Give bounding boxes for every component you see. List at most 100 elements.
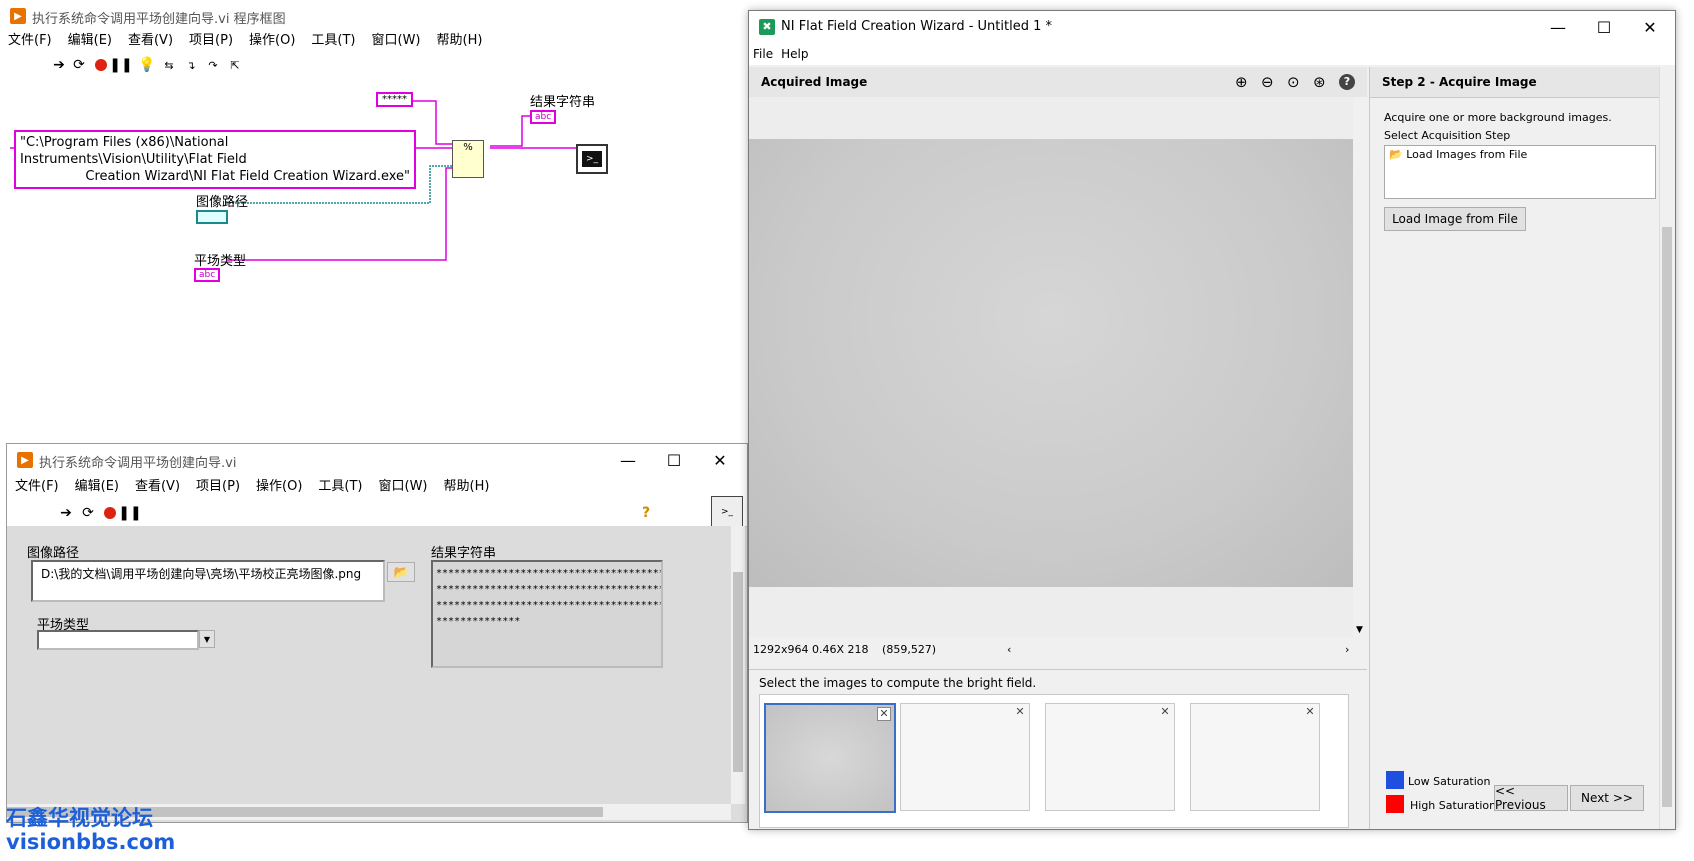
- image-vertical-scrollbar[interactable]: ▼: [1353, 97, 1367, 637]
- menu-project[interactable]: 项目(P): [188, 476, 248, 498]
- folder-open-icon: 📂: [393, 565, 409, 579]
- pause-icon[interactable]: ❚❚: [118, 504, 141, 522]
- image-path-control[interactable]: D:\我的文档\调用平场创建向导\亮场\平场校正亮场图像.png: [31, 560, 385, 602]
- format-symbol: %: [463, 142, 473, 153]
- acquired-image: [749, 139, 1353, 587]
- load-image-button[interactable]: Load Image from File: [1384, 207, 1526, 231]
- system-exec-node[interactable]: >_: [576, 144, 608, 174]
- thumbnail-strip: ✕ ✕ ✕ ✕: [759, 694, 1349, 828]
- wizard-vertical-scrollbar[interactable]: [1659, 67, 1674, 829]
- thumbnail-1[interactable]: ✕: [764, 703, 896, 813]
- menu-edit[interactable]: 编辑(E): [60, 30, 120, 52]
- highlight-execution-icon[interactable]: 💡: [138, 56, 156, 74]
- pixel-coord-status: (859,527): [882, 643, 937, 656]
- flat-type-combo[interactable]: [37, 630, 199, 650]
- minimize-icon[interactable]: —: [605, 444, 651, 476]
- step-over-icon[interactable]: ↷: [204, 56, 222, 74]
- flat-type-dropdown-arrow-icon[interactable]: ▼: [199, 630, 215, 648]
- folder-open-icon: 📂: [1389, 148, 1403, 161]
- window-title: 执行系统命令调用平场创建向导.vi 程序框图: [32, 12, 286, 27]
- wizard-app-icon: ✖: [759, 19, 775, 35]
- minimize-icon[interactable]: —: [1535, 11, 1581, 43]
- front-panel-vertical-scrollbar[interactable]: [731, 526, 745, 804]
- browse-folder-button[interactable]: 📂: [387, 562, 415, 582]
- image-path-terminal[interactable]: [196, 210, 228, 224]
- maximize-icon[interactable]: ☐: [1581, 11, 1627, 43]
- menu-help[interactable]: 帮助(H): [429, 30, 491, 52]
- exe-path-line1: "C:\Program Files (x86)\National Instrum…: [20, 135, 247, 167]
- abort-icon[interactable]: [101, 504, 119, 522]
- acquisition-step-list[interactable]: 📂 Load Images from File: [1384, 145, 1656, 199]
- wizard-title: NI Flat Field Creation Wizard - Untitled…: [781, 19, 1053, 34]
- run-continuous-icon[interactable]: ⟳: [70, 56, 88, 74]
- step-out-icon[interactable]: ⇱: [226, 56, 244, 74]
- labview-logo-icon: ▶: [10, 8, 26, 24]
- flat-type-terminal[interactable]: abc: [194, 268, 221, 282]
- menu-operate[interactable]: 操作(O): [248, 476, 310, 498]
- block-diagram-titlebar[interactable]: ▶ 执行系统命令调用平场创建向导.vi 程序框图: [0, 0, 750, 32]
- maximize-icon[interactable]: ☐: [651, 444, 697, 476]
- close-icon[interactable]: ✕: [697, 444, 743, 476]
- step-into-icon[interactable]: ↴: [182, 56, 200, 74]
- block-diagram-menubar: 文件(F) 编辑(E) 查看(V) 项目(P) 操作(O) 工具(T) 窗口(W) 帮助(H): [0, 30, 750, 54]
- thumbnail-section: Select the images to compute the bright …: [749, 669, 1367, 830]
- abort-icon[interactable]: [92, 56, 110, 74]
- remove-thumbnail-icon[interactable]: ✕: [1159, 706, 1171, 718]
- image-size-zoom-status: 1292x964 0.46X 218: [753, 643, 869, 656]
- menu-file[interactable]: File: [749, 43, 777, 65]
- menu-window[interactable]: 窗口(W): [371, 476, 436, 498]
- select-step-label: Select Acquisition Step: [1384, 129, 1511, 142]
- context-help-icon[interactable]: ?: [637, 504, 655, 522]
- string-constant-stars[interactable]: *****: [376, 92, 413, 107]
- front-panel-titlebar[interactable]: ▶ 执行系统命令调用平场创建向导.vi — ☐ ✕: [7, 444, 747, 476]
- menu-project[interactable]: 项目(P): [181, 30, 241, 52]
- zoom-in-icon[interactable]: ⊕: [1235, 67, 1248, 97]
- next-button[interactable]: Next >>: [1570, 785, 1644, 811]
- menu-tools[interactable]: 工具(T): [310, 476, 370, 498]
- run-arrow-icon[interactable]: ➔: [50, 56, 68, 74]
- zoom-out-icon[interactable]: ⊖: [1261, 67, 1274, 97]
- previous-button[interactable]: << Previous: [1494, 784, 1568, 812]
- result-string-terminal[interactable]: abc: [530, 110, 557, 124]
- remove-thumbnail-icon[interactable]: ✕: [877, 707, 891, 721]
- front-panel-window: ▶ 执行系统命令调用平场创建向导.vi — ☐ ✕ 文件(F) 编辑(E) 查看(V…: [6, 443, 748, 823]
- block-diagram-toolbar: ➔ ⟳ ❚❚ 💡 ⇆ ↴ ↷ ⇱: [0, 56, 750, 79]
- menu-operate[interactable]: 操作(O): [241, 30, 303, 52]
- scroll-right-icon[interactable]: ›: [1345, 641, 1349, 659]
- exe-path-constant[interactable]: "C:\Program Files (x86)\National Instrum…: [14, 130, 416, 189]
- run-continuous-icon[interactable]: ⟳: [79, 504, 97, 522]
- remove-thumbnail-icon[interactable]: ✕: [1304, 706, 1316, 718]
- close-icon[interactable]: ✕: [1627, 11, 1673, 43]
- menu-tools[interactable]: 工具(T): [303, 30, 363, 52]
- menu-help[interactable]: 帮助(H): [436, 476, 498, 498]
- format-into-string-node[interactable]: %: [452, 140, 484, 178]
- block-diagram-canvas: ***** "C:\Program Files (x86)\National I…: [0, 78, 750, 438]
- menu-file[interactable]: 文件(F): [0, 30, 60, 52]
- help-icon[interactable]: ?: [1339, 74, 1355, 90]
- thumbnail-2[interactable]: ✕: [900, 703, 1030, 811]
- menu-window[interactable]: 窗口(W): [364, 30, 429, 52]
- menu-edit[interactable]: 编辑(E): [67, 476, 127, 498]
- pause-icon[interactable]: ❚❚: [109, 56, 132, 74]
- acquired-image-header: Acquired Image ⊕ ⊖ ⊙ ⊛ ?: [749, 67, 1367, 98]
- select-images-text: Select the images to compute the bright …: [759, 676, 1037, 690]
- result-string-indicator: ************************************* ***…: [431, 560, 663, 668]
- zoom-1to1-icon[interactable]: ⊙: [1287, 67, 1300, 97]
- remove-thumbnail-icon[interactable]: ✕: [1014, 706, 1026, 718]
- thumbnail-4[interactable]: ✕: [1190, 703, 1320, 811]
- menu-view[interactable]: 查看(V): [127, 476, 188, 498]
- result-line-3: ****************************************…: [436, 600, 661, 611]
- retain-wire-values-icon[interactable]: ⇆: [160, 56, 178, 74]
- menu-view[interactable]: 查看(V): [120, 30, 181, 52]
- vi-icon[interactable]: >_: [711, 496, 743, 528]
- run-arrow-icon[interactable]: ➔: [57, 504, 75, 522]
- thumbnail-3[interactable]: ✕: [1045, 703, 1175, 811]
- menu-file[interactable]: 文件(F): [7, 476, 67, 498]
- wizard-titlebar[interactable]: ✖ NI Flat Field Creation Wizard - Untitl…: [749, 11, 1675, 43]
- menu-help[interactable]: Help: [777, 43, 812, 65]
- scroll-left-icon[interactable]: ‹: [1007, 641, 1011, 659]
- zoom-fit-icon[interactable]: ⊛: [1313, 67, 1326, 97]
- image-display[interactable]: [749, 97, 1353, 637]
- wizard-menubar: File Help: [749, 43, 1675, 65]
- list-item-load-images[interactable]: 📂 Load Images from File: [1385, 146, 1655, 163]
